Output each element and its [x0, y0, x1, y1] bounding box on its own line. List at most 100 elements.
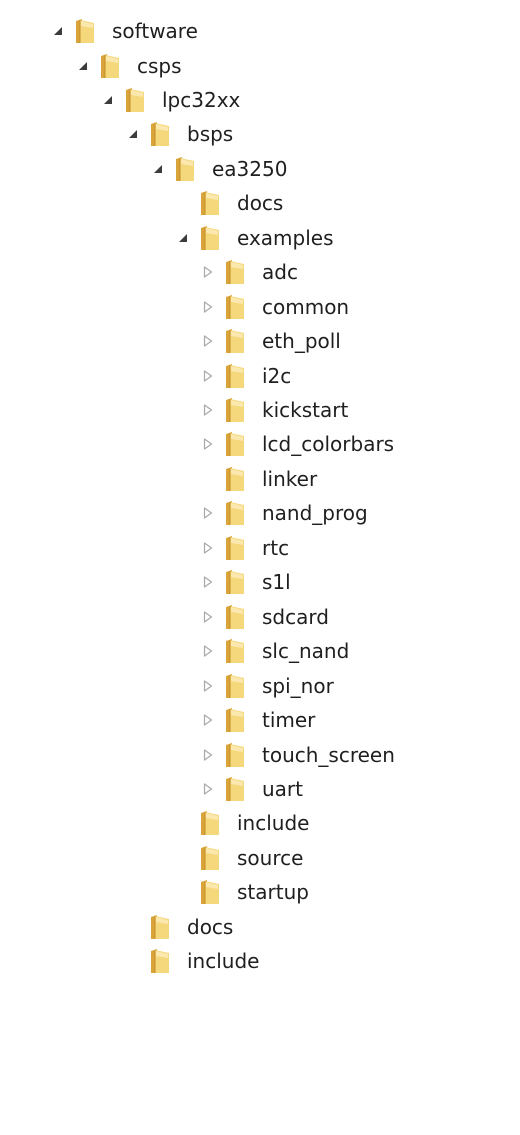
tree-item-label: ea3250: [212, 156, 288, 181]
collapsed-arrow-icon[interactable]: [198, 290, 218, 324]
folder-icon: [149, 121, 171, 147]
expanded-arrow-icon[interactable]: [73, 49, 93, 83]
folder-icon: [224, 638, 246, 664]
folder-icon: [199, 845, 221, 871]
tree-item-slc-nand[interactable]: slc_nand: [0, 634, 349, 668]
expanded-arrow-icon[interactable]: [148, 152, 168, 186]
tree-item-nand-prog[interactable]: nand_prog: [0, 496, 368, 530]
folder-icon: [199, 879, 221, 905]
folder-icon: [224, 500, 246, 526]
tree-item-common[interactable]: common: [0, 290, 349, 324]
collapsed-arrow-icon[interactable]: [198, 393, 218, 427]
collapsed-arrow-icon[interactable]: [198, 738, 218, 772]
folder-icon: [224, 294, 246, 320]
tree-item-label: docs: [187, 914, 234, 939]
tree-item-eth-poll[interactable]: eth_poll: [0, 324, 341, 358]
collapsed-arrow-icon[interactable]: [198, 324, 218, 358]
folder-tree: software csps lpc32xx bsps ea3250 docs example…: [0, 0, 520, 1135]
collapsed-arrow-icon[interactable]: [198, 565, 218, 599]
folder-icon: [199, 225, 221, 251]
tree-item-label: source: [237, 845, 304, 870]
collapsed-arrow-icon[interactable]: [198, 255, 218, 289]
tree-item-spi-nor[interactable]: spi_nor: [0, 669, 334, 703]
collapsed-arrow-icon[interactable]: [198, 496, 218, 530]
tree-item-source[interactable]: source: [0, 841, 303, 875]
tree-item-label: lpc32xx: [162, 87, 241, 112]
tree-item-i2c[interactable]: i2c: [0, 359, 291, 393]
folder-icon: [199, 810, 221, 836]
folder-icon: [99, 53, 121, 79]
toggle-spacer: [123, 944, 143, 978]
tree-item-adc[interactable]: adc: [0, 255, 298, 289]
collapsed-arrow-icon[interactable]: [198, 359, 218, 393]
tree-item-label: touch_screen: [262, 742, 395, 767]
collapsed-arrow-icon[interactable]: [198, 703, 218, 737]
expanded-arrow-icon[interactable]: [48, 14, 68, 48]
tree-item-sdcard[interactable]: sdcard: [0, 600, 329, 634]
toggle-spacer: [173, 186, 193, 220]
tree-item-label: bsps: [187, 122, 234, 147]
collapsed-arrow-icon[interactable]: [198, 669, 218, 703]
collapsed-arrow-icon[interactable]: [198, 531, 218, 565]
tree-item-label: sdcard: [262, 604, 329, 629]
folder-icon: [224, 569, 246, 595]
tree-item-label: startup: [237, 880, 309, 905]
tree-item-csps[interactable]: csps: [0, 49, 182, 83]
tree-item-kickstart[interactable]: kickstart: [0, 393, 348, 427]
folder-icon: [124, 87, 146, 113]
collapsed-arrow-icon[interactable]: [198, 634, 218, 668]
tree-item-examples[interactable]: examples: [0, 221, 334, 255]
tree-item-label: nand_prog: [262, 501, 368, 526]
tree-item-bsps[interactable]: bsps: [0, 117, 233, 151]
tree-item-label: examples: [237, 225, 334, 250]
folder-icon: [224, 363, 246, 389]
tree-item-linker[interactable]: linker: [0, 462, 317, 496]
tree-item-label: i2c: [262, 363, 292, 388]
tree-item-label: eth_poll: [262, 329, 341, 354]
folder-icon: [224, 535, 246, 561]
folder-icon: [224, 466, 246, 492]
tree-item-lpc32xx[interactable]: lpc32xx: [0, 83, 240, 117]
tree-item-label: s1l: [262, 570, 291, 595]
tree-item-label: include: [237, 811, 310, 836]
folder-icon: [199, 190, 221, 216]
tree-item-include[interactable]: include: [0, 944, 259, 978]
tree-item-label: csps: [137, 53, 182, 78]
tree-item-uart[interactable]: uart: [0, 772, 303, 806]
toggle-spacer: [173, 806, 193, 840]
toggle-spacer: [123, 910, 143, 944]
tree-item-ea3250[interactable]: ea3250: [0, 152, 287, 186]
folder-icon: [224, 707, 246, 733]
tree-item-label: adc: [262, 260, 298, 285]
tree-item-label: software: [112, 19, 198, 43]
tree-item-software[interactable]: software: [0, 14, 198, 48]
tree-item-docs[interactable]: docs: [0, 910, 233, 944]
folder-icon: [224, 673, 246, 699]
folder-icon: [224, 604, 246, 630]
toggle-spacer: [173, 875, 193, 909]
tree-item-label: linker: [262, 466, 318, 491]
toggle-spacer: [173, 841, 193, 875]
tree-item-lcd-colorbars[interactable]: lcd_colorbars: [0, 427, 394, 461]
folder-icon: [174, 156, 196, 182]
tree-item-s1l[interactable]: s1l: [0, 565, 291, 599]
tree-item-include[interactable]: include: [0, 806, 309, 840]
folder-icon: [224, 397, 246, 423]
expanded-arrow-icon[interactable]: [173, 221, 193, 255]
tree-item-label: docs: [237, 191, 284, 216]
folder-icon: [74, 18, 96, 44]
expanded-arrow-icon[interactable]: [123, 117, 143, 151]
tree-item-startup[interactable]: startup: [0, 875, 309, 909]
tree-item-rtc[interactable]: rtc: [0, 531, 289, 565]
folder-icon: [224, 328, 246, 354]
collapsed-arrow-icon[interactable]: [198, 427, 218, 461]
collapsed-arrow-icon[interactable]: [198, 600, 218, 634]
tree-item-label: lcd_colorbars: [262, 432, 395, 457]
tree-item-touch-screen[interactable]: touch_screen: [0, 738, 395, 772]
tree-item-label: rtc: [262, 535, 290, 560]
tree-item-label: slc_nand: [262, 639, 350, 664]
expanded-arrow-icon[interactable]: [98, 83, 118, 117]
tree-item-docs[interactable]: docs: [0, 186, 283, 220]
collapsed-arrow-icon[interactable]: [198, 772, 218, 806]
tree-item-timer[interactable]: timer: [0, 703, 315, 737]
